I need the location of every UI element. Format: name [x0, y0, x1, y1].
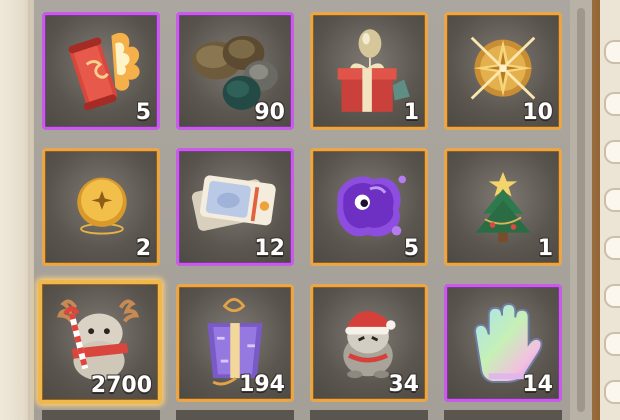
inventory-slot-partial	[310, 410, 428, 420]
item-count: 1	[403, 100, 419, 125]
item-count: 14	[522, 372, 553, 397]
side-tab-button[interactable]	[604, 380, 620, 404]
scrollbar[interactable]	[570, 0, 592, 420]
inventory-slot-christmas-tree[interactable]: 1	[444, 148, 562, 266]
inventory-slot-tickets[interactable]: 12	[176, 148, 294, 266]
side-tab-button[interactable]	[604, 92, 620, 116]
inventory-slot-ore-pile[interactable]: 90	[176, 12, 294, 130]
inventory-slot-partial	[444, 410, 562, 420]
inventory-slot-santa-creature[interactable]: 34	[310, 284, 428, 402]
item-count: 12	[254, 236, 285, 261]
item-count: 2	[135, 236, 151, 261]
inventory-slot-rainbow-glove[interactable]: 14	[444, 284, 562, 402]
item-count: 90	[254, 100, 285, 125]
inventory-slot-fire-scroll[interactable]: 5	[42, 12, 160, 130]
scroll-track[interactable]	[577, 8, 585, 412]
inventory-slot-partial	[42, 410, 160, 420]
item-count: 1	[537, 236, 553, 261]
side-tab-button[interactable]	[604, 40, 620, 64]
item-count: 194	[239, 372, 285, 397]
side-tab-button[interactable]	[604, 284, 620, 308]
inventory-slot-partial	[176, 410, 294, 420]
inventory-slot-balloon-gift[interactable]: 1	[310, 12, 428, 130]
inventory-slot-reindeer-candy[interactable]: 2700	[38, 280, 162, 404]
item-count: 34	[388, 372, 419, 397]
inventory-slot-purple-slime[interactable]: 5	[310, 148, 428, 266]
side-tab-button[interactable]	[604, 140, 620, 164]
inventory-slot-golden-compass[interactable]: 10	[444, 12, 562, 130]
item-count: 5	[403, 236, 419, 261]
inventory-slot-gold-coin[interactable]: 2	[42, 148, 160, 266]
side-tab-button[interactable]	[604, 188, 620, 212]
side-tab-button[interactable]	[604, 332, 620, 356]
item-count: 10	[522, 100, 553, 125]
inventory-slot-purple-gift-charm[interactable]: 194	[176, 284, 294, 402]
left-frame	[0, 0, 34, 420]
item-count: 2700	[90, 373, 152, 398]
item-count: 5	[135, 100, 151, 125]
frame-ornament	[6, 6, 22, 22]
side-tab-button[interactable]	[604, 236, 620, 260]
